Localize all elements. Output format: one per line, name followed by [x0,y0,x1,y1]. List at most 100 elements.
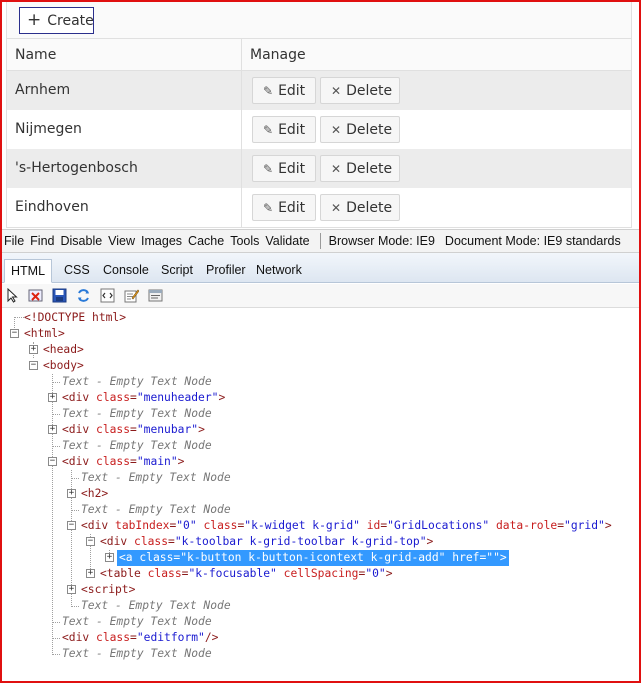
dom-node-text[interactable]: Text - Empty Text Node [62,406,212,422]
select-element-icon[interactable] [6,288,21,303]
dom-node-text[interactable]: Text - Empty Text Node [81,502,231,518]
tab-script[interactable]: Script [155,259,199,283]
dom-node-div-menubar[interactable]: <div class="menubar"> [62,422,205,438]
edit-label: Edit [278,160,306,177]
dom-node-div-toolbar[interactable]: <div class="k-toolbar k-grid-toolbar k-g… [100,534,433,550]
plus-icon: + [27,10,42,30]
menu-validate[interactable]: Validate [265,234,309,248]
dom-node-div-grid[interactable]: <div tabIndex="0" class="k-widget k-grid… [81,518,612,534]
delete-button[interactable]: ✕ Delete [320,77,400,104]
tab-css[interactable]: CSS [58,259,96,283]
dom-node-body[interactable]: <body> [43,358,84,374]
pencil-icon: ✎ [263,122,274,137]
delete-label: Delete [346,121,393,138]
dom-node-text[interactable]: Text - Empty Text Node [81,598,231,614]
refresh-icon[interactable] [76,288,91,303]
menu-images[interactable]: Images [141,234,182,248]
manage-cell: ✎ Edit ✕ Delete [242,149,400,188]
dom-node-head[interactable]: <head> [43,342,84,358]
dom-node-text[interactable]: Text - Empty Text Node [62,374,212,390]
word-wrap-icon[interactable] [100,288,115,303]
dom-node-a-selected[interactable]: <a class="k-button k-button-icontext k-g… [117,550,509,566]
save-icon[interactable] [52,288,67,303]
expand-toggle[interactable]: + [48,393,57,402]
manage-cell: ✎ Edit ✕ Delete [242,110,400,149]
dom-node-script[interactable]: <script> [81,582,135,598]
column-header-manage: Manage [250,47,306,63]
edit-icon[interactable] [124,288,139,303]
document-mode-menu[interactable]: Document Mode: IE9 standards [445,234,621,248]
location-name: Nijmegen [7,110,242,149]
edit-button[interactable]: ✎ Edit [252,155,316,182]
edit-button[interactable]: ✎ Edit [252,194,316,221]
expand-toggle[interactable]: + [67,585,76,594]
edit-button[interactable]: ✎ Edit [252,116,316,143]
pencil-icon: ✎ [263,200,274,215]
delete-button[interactable]: ✕ Delete [320,155,400,182]
dom-node-text[interactable]: Text - Empty Text Node [62,646,212,662]
dom-node-doctype[interactable]: <!DOCTYPE html> [24,310,126,326]
edit-button[interactable]: ✎ Edit [252,77,316,104]
location-name: 's-Hertogenbosch [7,149,242,188]
expand-toggle[interactable]: + [86,569,95,578]
collapse-toggle[interactable]: − [67,521,76,530]
menu-disable[interactable]: Disable [60,234,102,248]
dom-node-text[interactable]: Text - Empty Text Node [62,438,212,454]
menu-file[interactable]: File [4,234,24,248]
dom-node-html[interactable]: <html> [24,326,65,342]
close-icon: ✕ [331,83,342,98]
delete-label: Delete [346,160,393,177]
view-source-icon[interactable] [148,288,163,303]
close-icon: ✕ [331,161,342,176]
locations-grid: Name Manage Arnhem ✎ Edit ✕ Delete Nijmege… [6,39,632,228]
devtools-toolbar [2,284,639,308]
devtools-menubar: File Find Disable View Images Cache Tool… [2,229,639,253]
collapse-toggle[interactable]: − [10,329,19,338]
dom-node-div-menuheader[interactable]: <div class="menuheader"> [62,390,225,406]
dom-node-h2[interactable]: <h2> [81,486,108,502]
expand-toggle[interactable]: + [105,553,114,562]
manage-cell: ✎ Edit ✕ Delete [242,71,400,110]
dom-node-div-editform[interactable]: <div class="editform"/> [62,630,218,646]
create-button[interactable]: + Create [19,7,94,34]
expand-toggle[interactable]: + [67,489,76,498]
dom-node-text[interactable]: Text - Empty Text Node [62,614,212,630]
table-row: 's-Hertogenbosch ✎ Edit ✕ Delete [7,149,631,188]
table-row: Eindhoven ✎ Edit ✕ Delete [7,188,631,227]
dom-node-div-main[interactable]: <div class="main"> [62,454,184,470]
grid-header: Name Manage [7,39,631,71]
menu-view[interactable]: View [108,234,135,248]
tab-console[interactable]: Console [97,259,155,283]
column-header-name[interactable]: Name [7,39,242,70]
delete-label: Delete [346,199,393,216]
dom-tree: − + − + + − + − − + + + <!DOCTYPE html> … [2,309,639,681]
table-row: Arnhem ✎ Edit ✕ Delete [7,71,631,110]
dom-node-table[interactable]: <table class="k-focusable" cellSpacing="… [100,566,393,582]
collapse-toggle[interactable]: − [48,457,57,466]
menu-cache[interactable]: Cache [188,234,224,248]
delete-button[interactable]: ✕ Delete [320,194,400,221]
location-name: Arnhem [7,71,242,110]
tab-network[interactable]: Network [250,259,308,283]
create-button-label: Create [47,12,94,29]
grid-toolbar: + Create [6,2,632,39]
tab-html[interactable]: HTML [4,259,53,283]
tab-profiler[interactable]: Profiler [200,259,252,283]
menu-separator [319,233,321,249]
edit-label: Edit [278,121,306,138]
close-icon: ✕ [331,122,342,137]
expand-toggle[interactable]: + [48,425,57,434]
menu-find[interactable]: Find [30,234,54,248]
pencil-icon: ✎ [263,83,274,98]
collapse-toggle[interactable]: − [86,537,95,546]
table-row: Nijmegen ✎ Edit ✕ Delete [7,110,631,149]
browser-mode-menu[interactable]: Browser Mode: IE9 [329,234,435,248]
menu-tools[interactable]: Tools [230,234,259,248]
dom-node-text[interactable]: Text - Empty Text Node [81,470,231,486]
collapse-toggle[interactable]: − [29,361,38,370]
close-icon: ✕ [331,200,342,215]
devtools-tabbar: HTML CSS Console Script Profiler Network [2,253,639,283]
delete-button[interactable]: ✕ Delete [320,116,400,143]
expand-toggle[interactable]: + [29,345,38,354]
clear-icon[interactable] [28,288,43,303]
